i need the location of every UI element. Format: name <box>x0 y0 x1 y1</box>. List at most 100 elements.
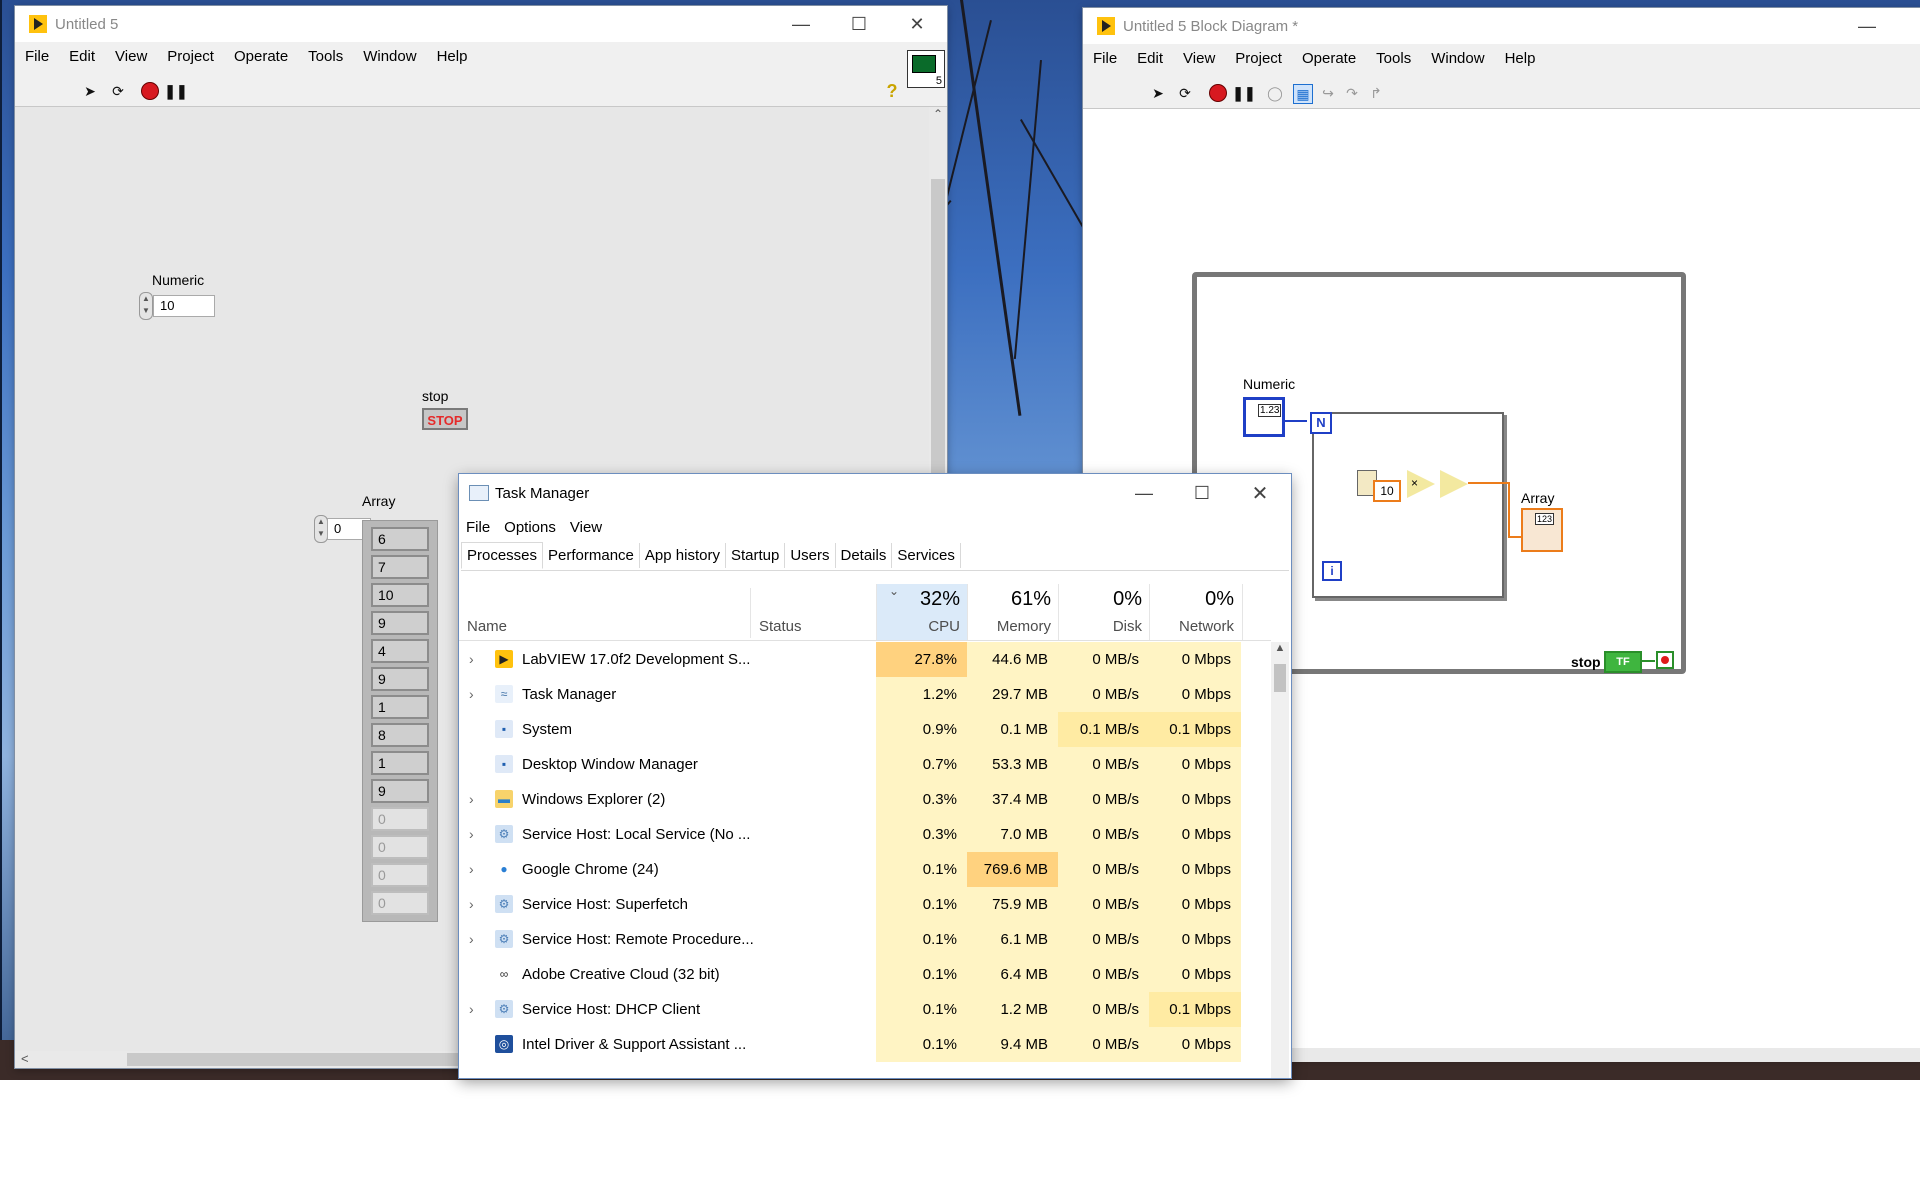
step-out-icon[interactable]: ↱ <box>1367 84 1385 102</box>
array-element[interactable]: 7 <box>371 555 429 579</box>
retain-wire-values-icon[interactable]: ▦ <box>1293 84 1313 104</box>
menu-help[interactable]: Help <box>427 48 478 65</box>
array-element[interactable]: 9 <box>371 611 429 635</box>
process-list-scrollbar[interactable]: ▲ <box>1271 642 1289 1078</box>
menu-options[interactable]: Options <box>497 519 563 536</box>
run-arrow-icon[interactable]: ➤ <box>1149 84 1167 102</box>
front-panel-titlebar[interactable]: Untitled 5 — ☐ ✕ <box>15 6 947 42</box>
pause-icon[interactable]: ❚❚ <box>1232 84 1255 102</box>
tab-details[interactable]: Details <box>836 543 893 568</box>
table-row[interactable]: ▪ System 0.9% 0.1 MB 0.1 MB/s 0.1 Mbps <box>459 712 1271 747</box>
close-button[interactable]: ✕ <box>888 6 946 42</box>
column-disk[interactable]: 0% Disk <box>1058 584 1150 640</box>
tab-app-history[interactable]: App history <box>640 543 726 568</box>
menu-help[interactable]: Help <box>1495 50 1546 67</box>
menu-window[interactable]: Window <box>353 48 426 65</box>
expand-chevron-icon[interactable]: › <box>469 922 474 957</box>
column-status[interactable]: Status <box>759 618 802 635</box>
array-element[interactable]: 0 <box>371 835 429 859</box>
expand-chevron-icon[interactable]: › <box>469 782 474 817</box>
menu-file[interactable]: File <box>15 48 59 65</box>
minimize-button[interactable]: — <box>1115 475 1173 511</box>
tab-processes[interactable]: Processes <box>461 542 544 569</box>
vi-icon[interactable]: 5 <box>907 50 945 88</box>
table-row[interactable]: › ● Google Chrome (24) 0.1% 769.6 MB 0 MB/s 0 … <box>459 852 1271 887</box>
table-row[interactable]: › ≈ Task Manager 1.2% 29.7 MB 0 MB/s 0 Mbps <box>459 677 1271 712</box>
expand-chevron-icon[interactable]: › <box>469 677 474 712</box>
table-row[interactable]: › ⚙ Service Host: Local Service (No ... 0.3… <box>459 817 1271 852</box>
minimize-button[interactable]: — <box>772 6 830 42</box>
numeric-input[interactable]: 10 <box>153 295 215 317</box>
table-row[interactable]: › ⚙ Service Host: DHCP Client 0.1% 1.2 MB 0 M… <box>459 992 1271 1027</box>
array-element[interactable]: 9 <box>371 667 429 691</box>
array-element[interactable]: 4 <box>371 639 429 663</box>
table-row[interactable]: ◎ Intel Driver & Support Assistant ... 0.1… <box>459 1027 1271 1062</box>
expand-chevron-icon[interactable]: › <box>469 817 474 852</box>
array-element[interactable]: 10 <box>371 583 429 607</box>
menu-view[interactable]: View <box>1173 50 1225 67</box>
close-button[interactable]: ✕ <box>1231 475 1289 511</box>
menu-view[interactable]: View <box>105 48 157 65</box>
maximize-button[interactable]: ☐ <box>830 6 888 42</box>
tab-performance[interactable]: Performance <box>543 543 640 568</box>
column-memory[interactable]: 61% Memory <box>967 584 1059 640</box>
abort-icon[interactable] <box>1209 84 1227 102</box>
tab-startup[interactable]: Startup <box>726 543 786 568</box>
menu-view[interactable]: View <box>563 519 609 536</box>
table-row[interactable]: ▪ Desktop Window Manager 0.7% 53.3 MB 0 MB/s… <box>459 747 1271 782</box>
expand-chevron-icon[interactable]: › <box>469 642 474 677</box>
tab-services[interactable]: Services <box>892 543 961 568</box>
table-row[interactable]: › ⚙ Service Host: Superfetch 0.1% 75.9 MB 0 M… <box>459 887 1271 922</box>
menu-operate[interactable]: Operate <box>224 48 298 65</box>
menu-file[interactable]: File <box>1083 50 1127 67</box>
menu-operate[interactable]: Operate <box>1292 50 1366 67</box>
table-row[interactable]: › ⚙ Service Host: Remote Procedure... 0.1% 6… <box>459 922 1271 957</box>
menu-tools[interactable]: Tools <box>298 48 353 65</box>
highlight-execution-icon[interactable]: ◯ <box>1266 84 1284 102</box>
array-element[interactable]: 9 <box>371 779 429 803</box>
run-continuously-icon[interactable]: ⟳ <box>1176 84 1194 102</box>
array-element[interactable]: 0 <box>371 891 429 915</box>
loop-condition-icon[interactable] <box>1656 651 1674 669</box>
stop-terminal[interactable]: TF <box>1604 651 1642 673</box>
step-over-icon[interactable]: ↷ <box>1343 84 1361 102</box>
block-diagram-titlebar[interactable]: Untitled 5 Block Diagram * — <box>1083 8 1920 44</box>
stop-button[interactable]: STOP <box>422 408 468 430</box>
array-index-spinner[interactable]: ▲ ▼ <box>314 515 328 543</box>
array-element[interactable]: 0 <box>371 863 429 887</box>
tab-users[interactable]: Users <box>785 543 836 568</box>
column-name[interactable]: Name <box>467 618 507 635</box>
array-element[interactable]: 0 <box>371 807 429 831</box>
table-row[interactable]: › ▶ LabVIEW 17.0f2 Development S... 27.8% 44… <box>459 642 1271 677</box>
menu-tools[interactable]: Tools <box>1366 50 1421 67</box>
menu-edit[interactable]: Edit <box>1127 50 1173 67</box>
menu-window[interactable]: Window <box>1421 50 1494 67</box>
array-element[interactable]: 6 <box>371 527 429 551</box>
menu-file[interactable]: File <box>459 519 497 536</box>
expand-chevron-icon[interactable]: › <box>469 852 474 887</box>
column-network[interactable]: 0% Network <box>1149 584 1243 640</box>
table-row[interactable]: ∞ Adobe Creative Cloud (32 bit) 0.1% 6.4 MB… <box>459 957 1271 992</box>
array-terminal[interactable]: 123 <box>1521 508 1563 552</box>
numeric-terminal[interactable]: 1.23 <box>1243 397 1285 437</box>
numeric-spinner[interactable]: ▲ ▼ <box>139 292 153 320</box>
abort-icon[interactable] <box>141 82 159 100</box>
step-into-icon[interactable]: ↪ <box>1319 84 1337 102</box>
column-cpu[interactable]: ⌄ 32% CPU <box>876 584 968 640</box>
menu-project[interactable]: Project <box>1225 50 1292 67</box>
menu-edit[interactable]: Edit <box>59 48 105 65</box>
run-continuously-icon[interactable]: ⟳ <box>109 82 127 100</box>
array-element[interactable]: 1 <box>371 751 429 775</box>
table-row[interactable]: › ▬ Windows Explorer (2) 0.3% 37.4 MB 0 MB/s 0… <box>459 782 1271 817</box>
context-help-icon[interactable]: ? <box>883 81 901 101</box>
task-manager-titlebar[interactable]: Task Manager — ☐ ✕ <box>459 474 1291 512</box>
pause-icon[interactable]: ❚❚ <box>164 82 187 100</box>
array-element[interactable]: 1 <box>371 695 429 719</box>
maximize-button[interactable]: ☐ <box>1173 475 1231 511</box>
minimize-button[interactable]: — <box>1838 8 1896 44</box>
run-arrow-icon[interactable]: ➤ <box>81 82 99 100</box>
menu-project[interactable]: Project <box>157 48 224 65</box>
expand-chevron-icon[interactable]: › <box>469 992 474 1027</box>
array-element[interactable]: 8 <box>371 723 429 747</box>
expand-chevron-icon[interactable]: › <box>469 887 474 922</box>
